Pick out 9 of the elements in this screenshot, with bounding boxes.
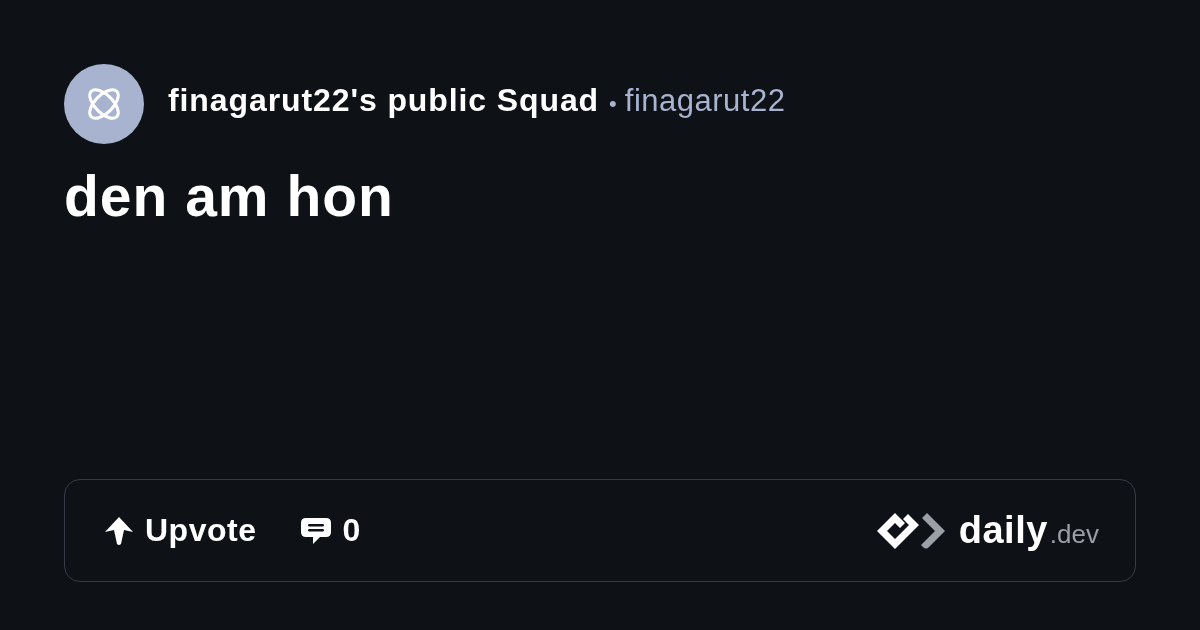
separator-dot: • xyxy=(609,90,617,116)
squad-avatar-icon xyxy=(64,64,144,144)
brand-name: daily xyxy=(958,509,1048,552)
author-handle[interactable]: finagarut22 xyxy=(624,82,786,118)
upvote-button[interactable]: Upvote xyxy=(103,512,257,549)
post-title: den am hon xyxy=(64,164,394,230)
squad-name[interactable]: finagarut22's public Squad xyxy=(168,81,600,118)
comments-button[interactable]: 0 xyxy=(300,512,361,549)
brand-suffix: .dev xyxy=(1049,519,1099,550)
